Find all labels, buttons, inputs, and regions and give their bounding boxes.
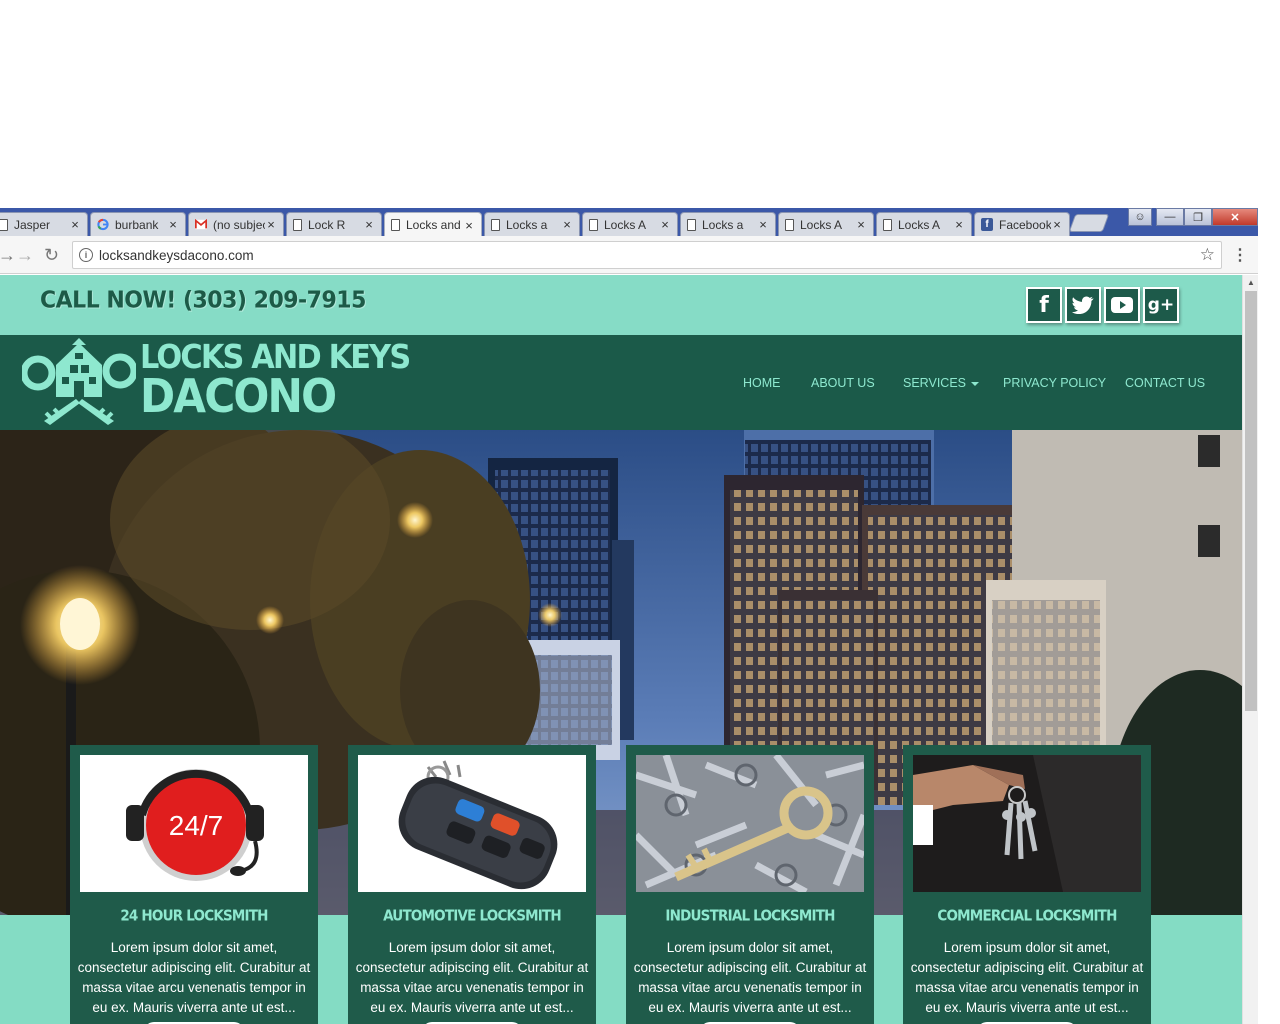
facebook-icon: f bbox=[981, 218, 993, 231]
logo-text-bottom[interactable]: DACONO bbox=[140, 369, 337, 423]
nav-home[interactable]: HOME bbox=[743, 376, 781, 390]
browser-window: Jasper × burbank × (no subject) × Lock R… bbox=[0, 208, 1258, 1024]
tab-title: Locks a bbox=[702, 217, 744, 232]
card-title[interactable]: COMMERCIAL LOCKSMITH bbox=[903, 907, 1151, 925]
scroll-up-icon[interactable]: ▲ bbox=[1247, 278, 1255, 287]
profile-icon[interactable]: ☺ bbox=[1128, 208, 1152, 226]
card-title[interactable]: INDUSTRIAL LOCKSMITH bbox=[626, 907, 874, 925]
close-tab-icon[interactable]: × bbox=[561, 217, 573, 232]
site-header: LOCKS AND KEYS DACONO HOME ABOUT US SERV… bbox=[0, 335, 1242, 430]
tab-title: Locks A bbox=[604, 217, 647, 232]
google-icon bbox=[97, 218, 109, 231]
service-card-24-hour: 24/7 24 HOUR LOCKSMITH Lorem ipsum dolor… bbox=[70, 745, 318, 1024]
tab-title: Locks A bbox=[898, 217, 941, 232]
card-description: Lorem ipsum dolor sit amet, consectetur … bbox=[355, 940, 589, 1015]
tab-strip: Jasper × burbank × (no subject) × Lock R… bbox=[0, 208, 1258, 236]
call-now-text[interactable]: CALL NOW! (303) 209-7915 bbox=[40, 287, 366, 313]
browser-tab[interactable]: Locks A × bbox=[778, 212, 874, 236]
tab-title: Lock R bbox=[308, 217, 346, 232]
bookmark-star-icon[interactable]: ☆ bbox=[1200, 245, 1215, 265]
browser-tab[interactable]: Locks a × bbox=[484, 212, 580, 236]
chevron-down-icon bbox=[971, 381, 979, 386]
youtube-icon[interactable] bbox=[1104, 287, 1140, 323]
restore-icon[interactable]: ❐ bbox=[1184, 208, 1212, 226]
page-viewport: CALL NOW! (303) 209-7915 f g+ LOCKS AND … bbox=[0, 275, 1242, 1024]
nav-services[interactable]: SERVICES bbox=[903, 376, 979, 390]
browser-tab[interactable]: Locks A × bbox=[876, 212, 972, 236]
google-plus-icon[interactable]: g+ bbox=[1143, 287, 1179, 323]
24-7-label: 24/7 bbox=[169, 810, 224, 841]
forward-icon[interactable]: → bbox=[16, 245, 34, 266]
close-tab-icon[interactable]: × bbox=[363, 217, 375, 232]
browser-tab[interactable]: (no subject) × bbox=[188, 212, 284, 236]
card-description: Lorem ipsum dolor sit amet, consectetur … bbox=[910, 940, 1144, 1015]
tab-title: Locks a bbox=[506, 217, 548, 232]
tab-title: Jasper bbox=[14, 217, 51, 232]
vertical-scrollbar[interactable]: ▲ bbox=[1242, 275, 1258, 1024]
close-tab-icon[interactable]: × bbox=[1051, 217, 1063, 232]
info-icon[interactable]: i bbox=[79, 248, 93, 262]
nav-about-us[interactable]: ABOUT US bbox=[811, 376, 875, 390]
close-tab-icon[interactable]: × bbox=[757, 217, 769, 232]
close-tab-icon[interactable]: × bbox=[659, 217, 671, 232]
document-icon bbox=[293, 218, 302, 231]
24-7-headset-image: 24/7 bbox=[80, 755, 308, 892]
close-tab-icon[interactable]: × bbox=[953, 217, 965, 232]
browser-tab[interactable]: f Facebook × bbox=[974, 212, 1070, 236]
twitter-icon[interactable] bbox=[1065, 287, 1101, 323]
card-description: Lorem ipsum dolor sit amet, consectetur … bbox=[633, 940, 867, 1015]
menu-icon[interactable]: ⋮ bbox=[1232, 245, 1248, 265]
browser-tab[interactable]: burbank × bbox=[90, 212, 186, 236]
card-title[interactable]: 24 HOUR LOCKSMITH bbox=[70, 907, 318, 925]
browser-tab[interactable]: Lock R × bbox=[286, 212, 382, 236]
pile-of-keys-image bbox=[636, 755, 864, 892]
scrollbar-thumb[interactable] bbox=[1245, 291, 1257, 711]
document-icon bbox=[391, 219, 400, 231]
close-tab-icon[interactable]: × bbox=[855, 217, 867, 232]
document-icon bbox=[589, 218, 598, 231]
top-bar: CALL NOW! (303) 209-7915 f g+ bbox=[0, 275, 1242, 335]
new-tab-button[interactable] bbox=[1068, 214, 1110, 232]
close-tab-icon[interactable]: × bbox=[463, 218, 475, 233]
service-card-commercial: COMMERCIAL LOCKSMITH Lorem ipsum dolor s… bbox=[903, 745, 1151, 1024]
car-key-fob-image bbox=[358, 755, 586, 892]
tab-title: Locks A bbox=[800, 217, 843, 232]
document-icon bbox=[491, 218, 500, 231]
close-tab-icon[interactable]: × bbox=[167, 217, 179, 232]
browser-tab[interactable]: Locks A × bbox=[582, 212, 678, 236]
document-icon bbox=[785, 218, 794, 231]
document-icon bbox=[0, 218, 8, 231]
nav-services-label: SERVICES bbox=[903, 376, 966, 390]
address-bar[interactable]: i locksandkeysdacono.com ☆ bbox=[72, 241, 1222, 269]
browser-tab[interactable]: Jasper × bbox=[0, 212, 88, 236]
window-controls: ☺ — ❐ ✕ bbox=[1128, 208, 1258, 226]
tab-title: Locks and Keys bbox=[406, 218, 463, 232]
close-window-icon[interactable]: ✕ bbox=[1212, 208, 1258, 226]
url-text: locksandkeysdacono.com bbox=[99, 247, 254, 263]
gmail-icon bbox=[195, 218, 207, 231]
close-tab-icon[interactable]: × bbox=[69, 217, 81, 232]
browser-tab-active[interactable]: Locks and Keys × bbox=[384, 212, 482, 236]
back-icon[interactable]: → bbox=[0, 245, 16, 266]
close-tab-icon[interactable]: × bbox=[265, 217, 277, 232]
minimize-icon[interactable]: — bbox=[1156, 208, 1184, 226]
card-description: Lorem ipsum dolor sit amet, consectetur … bbox=[77, 940, 311, 1015]
browser-toolbar: → → ↻ i locksandkeysdacono.com ☆ ⋮ bbox=[0, 236, 1258, 274]
tab-title: Facebook bbox=[999, 217, 1051, 232]
facebook-icon[interactable]: f bbox=[1026, 287, 1062, 323]
reload-icon[interactable]: ↻ bbox=[44, 245, 59, 266]
nav-privacy-policy[interactable]: PRIVACY POLICY bbox=[1003, 376, 1106, 390]
tab-title: (no subject) bbox=[213, 217, 265, 232]
tab-title: burbank bbox=[115, 217, 159, 232]
service-card-industrial: INDUSTRIAL LOCKSMITH Lorem ipsum dolor s… bbox=[626, 745, 874, 1024]
house-key-logo-icon[interactable] bbox=[20, 335, 138, 427]
document-icon bbox=[883, 218, 892, 231]
browser-tab[interactable]: Locks a × bbox=[680, 212, 776, 236]
service-card-automotive: AUTOMOTIVE LOCKSMITH Lorem ipsum dolor s… bbox=[348, 745, 596, 1024]
card-title[interactable]: AUTOMOTIVE LOCKSMITH bbox=[348, 907, 596, 925]
nav-contact-us[interactable]: CONTACT US bbox=[1125, 376, 1205, 390]
document-icon bbox=[687, 218, 696, 231]
hand-holding-keys-image bbox=[913, 755, 1141, 892]
